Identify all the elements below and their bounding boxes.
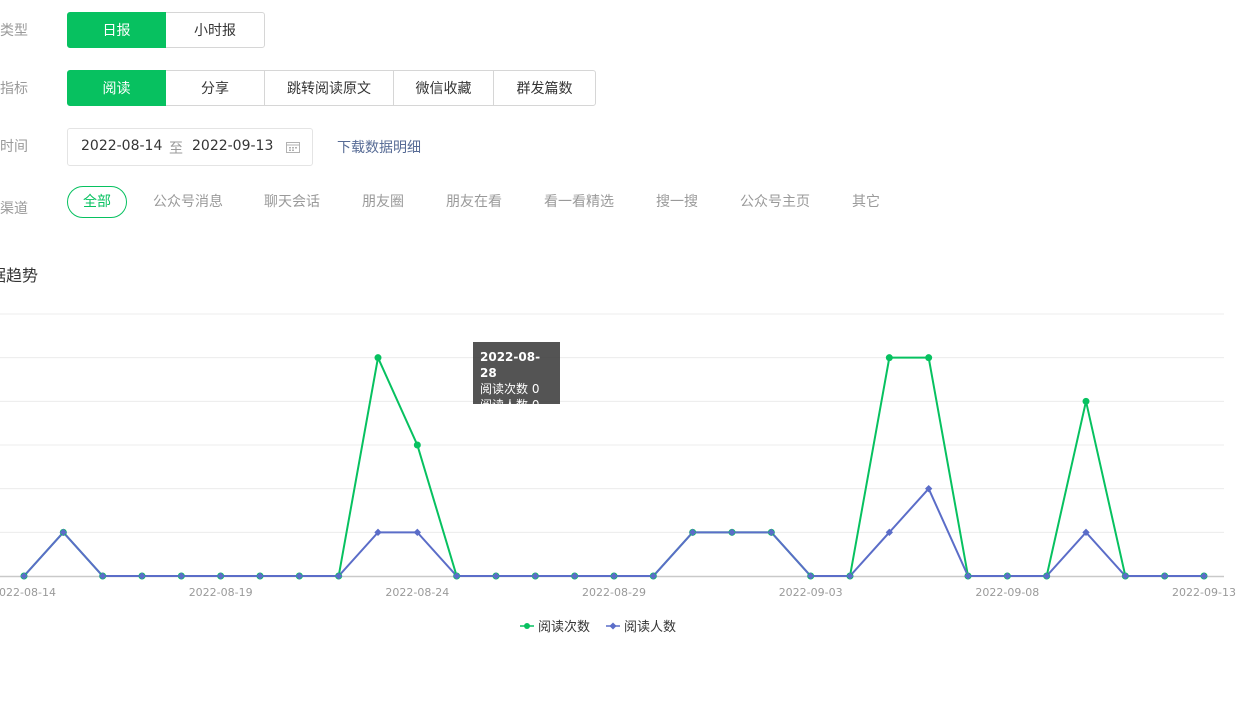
point-users [295,572,304,580]
date-range-picker[interactable]: 2022-08-14 至 2022-09-13 [67,128,313,166]
legend-marker-reads [520,622,534,629]
section-title: 据趋势 [0,266,39,285]
channel-moments[interactable]: 朋友圈 [362,186,404,218]
channel-all[interactable]: 全部 [67,186,127,218]
point-users [216,572,225,580]
channel-search[interactable]: 搜一搜 [656,186,698,218]
trend-chart[interactable]: 2022-08-14 2022-08-19 2022-08-24 2022-08-29… [0,300,1260,610]
x-tick-label: 2022-09-03 [779,586,843,599]
series-line-reads [23,354,1204,577]
legend-label-users: 阅读人数 [624,620,677,635]
legend-item-reads[interactable]: 阅读次数 [520,616,590,635]
calendar-icon[interactable] [286,141,300,153]
point-users [177,572,186,580]
point-users [138,572,146,580]
tooltip-users: 阅读人数 0 [480,398,540,412]
channel-label: 渠道 [0,201,28,217]
x-tick-label: 2022-08-24 [385,586,449,599]
type-hourly-button[interactable]: 小时报 [165,12,265,48]
x-tick-label: 2022-08-19 [189,586,253,599]
point-users [728,528,736,537]
channel-official-msg[interactable]: 公众号消息 [153,186,223,218]
chart-tooltip: 2022-08-28 阅读次数 0 阅读人数 0 [473,342,560,412]
time-label: 时间 [0,139,28,155]
download-detail-link[interactable]: 下载数据明细 [337,137,421,157]
tooltip-date: 2022-08-28 [480,350,541,380]
x-tick-label: 2022-08-29 [582,586,646,599]
metric-switch: 阅读 分享 跳转阅读原文 微信收藏 群发篇数 [67,70,596,106]
point-users [610,572,618,580]
point-reads [885,354,893,362]
metric-label: 指标 [0,81,28,97]
metric-original-button[interactable]: 跳转阅读原文 [264,70,394,106]
date-end[interactable]: 2022-09-13 [192,138,273,154]
point-users [492,572,500,580]
legend-item-users[interactable]: 阅读人数 [606,616,676,635]
legend-label-reads: 阅读次数 [538,620,591,635]
channel-top-stories[interactable]: 看一看精选 [544,186,614,218]
tooltip-reads: 阅读次数 0 [480,382,540,396]
x-tick-label: 2022-09-08 [975,586,1039,599]
metric-share-button[interactable]: 分享 [165,70,265,106]
channel-friends-watching[interactable]: 朋友在看 [446,186,502,218]
channel-chat[interactable]: 聊天会话 [264,186,320,218]
x-tick-label: 2022-09-13 [1172,586,1236,599]
point-reads [413,441,421,449]
point-users [1160,572,1169,580]
point-reads [925,354,933,362]
date-start[interactable]: 2022-08-14 [81,138,162,154]
date-separator: 至 [169,141,183,157]
point-users [570,572,579,580]
type-label: 类型 [0,23,28,39]
point-users [531,572,540,580]
type-switch: 日报 小时报 [67,12,265,48]
metric-read-button[interactable]: 阅读 [67,70,166,106]
channel-homepage[interactable]: 公众号主页 [740,186,810,218]
channel-other[interactable]: 其它 [852,186,880,218]
type-daily-button[interactable]: 日报 [67,12,166,48]
point-users [256,572,264,580]
metric-favorite-button[interactable]: 微信收藏 [393,70,494,106]
point-users [964,572,972,580]
point-reads [1082,397,1090,405]
chart-legend: 阅读次数 阅读人数 [520,616,692,635]
point-users [1200,572,1208,580]
point-reads [374,354,382,362]
legend-marker-users [606,621,621,630]
metric-posts-button[interactable]: 群发篇数 [493,70,596,106]
point-users [1003,572,1012,580]
x-tick-label: 2022-08-14 [0,586,56,599]
